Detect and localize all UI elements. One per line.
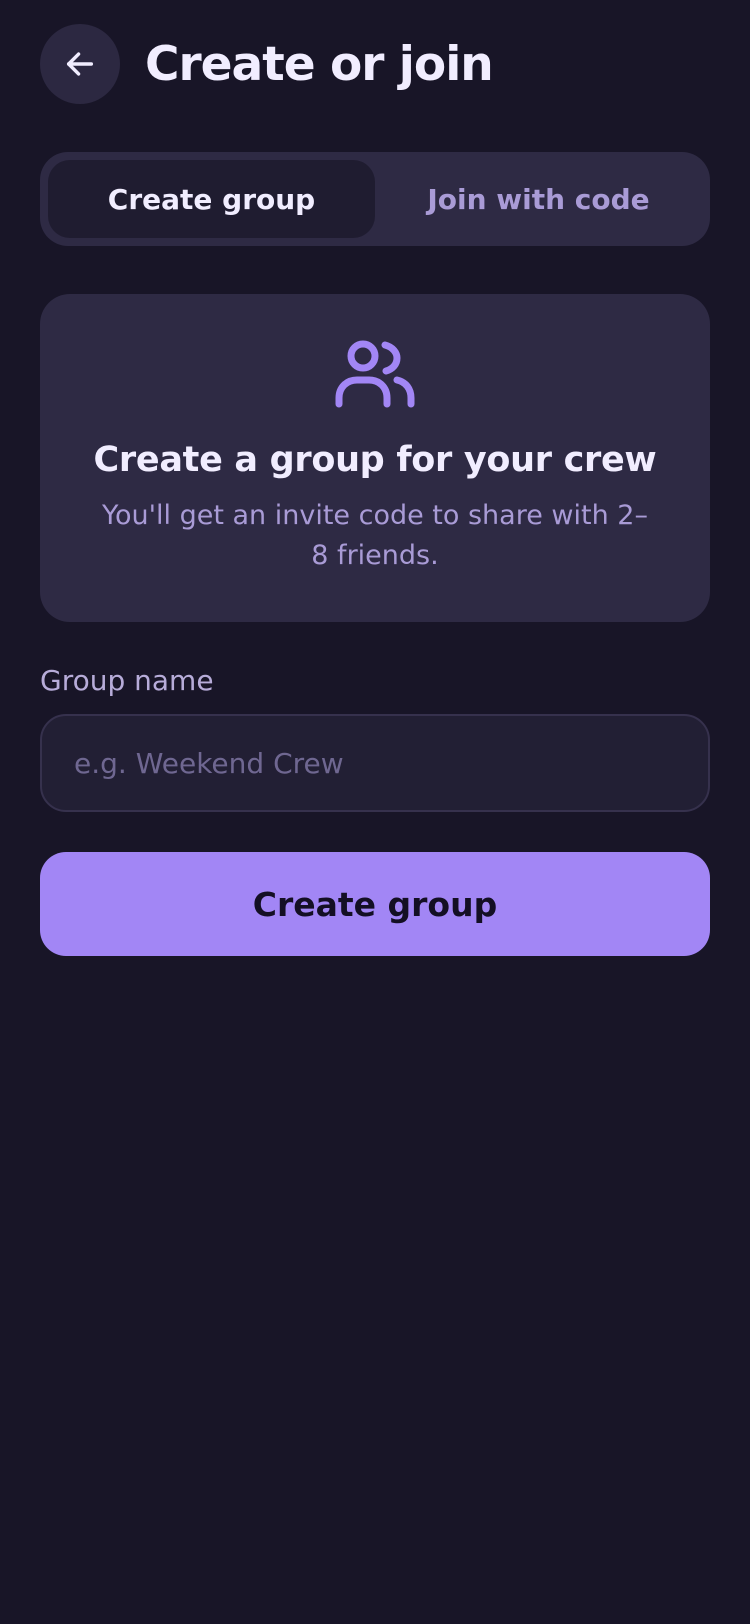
- tab-create-group[interactable]: Create group: [48, 160, 375, 238]
- mode-tabs: Create group Join with code: [40, 152, 710, 246]
- group-name-label: Group name: [40, 664, 214, 697]
- users-icon: [335, 340, 415, 408]
- tab-join-with-code[interactable]: Join with code: [375, 160, 702, 238]
- arrow-left-icon: [66, 52, 94, 76]
- group-name-input[interactable]: [40, 714, 710, 812]
- card-title: Create a group for your crew: [93, 440, 657, 480]
- header: Create or join: [40, 24, 710, 104]
- info-card: Create a group for your crew You'll get …: [40, 294, 710, 622]
- card-description: You'll get an invite code to share with …: [102, 500, 648, 571]
- create-group-button[interactable]: Create group: [40, 852, 710, 956]
- page-title: Create or join: [145, 36, 494, 92]
- back-button[interactable]: [40, 24, 120, 104]
- create-or-join-screen: Create or join Create group Join with co…: [0, 0, 750, 1624]
